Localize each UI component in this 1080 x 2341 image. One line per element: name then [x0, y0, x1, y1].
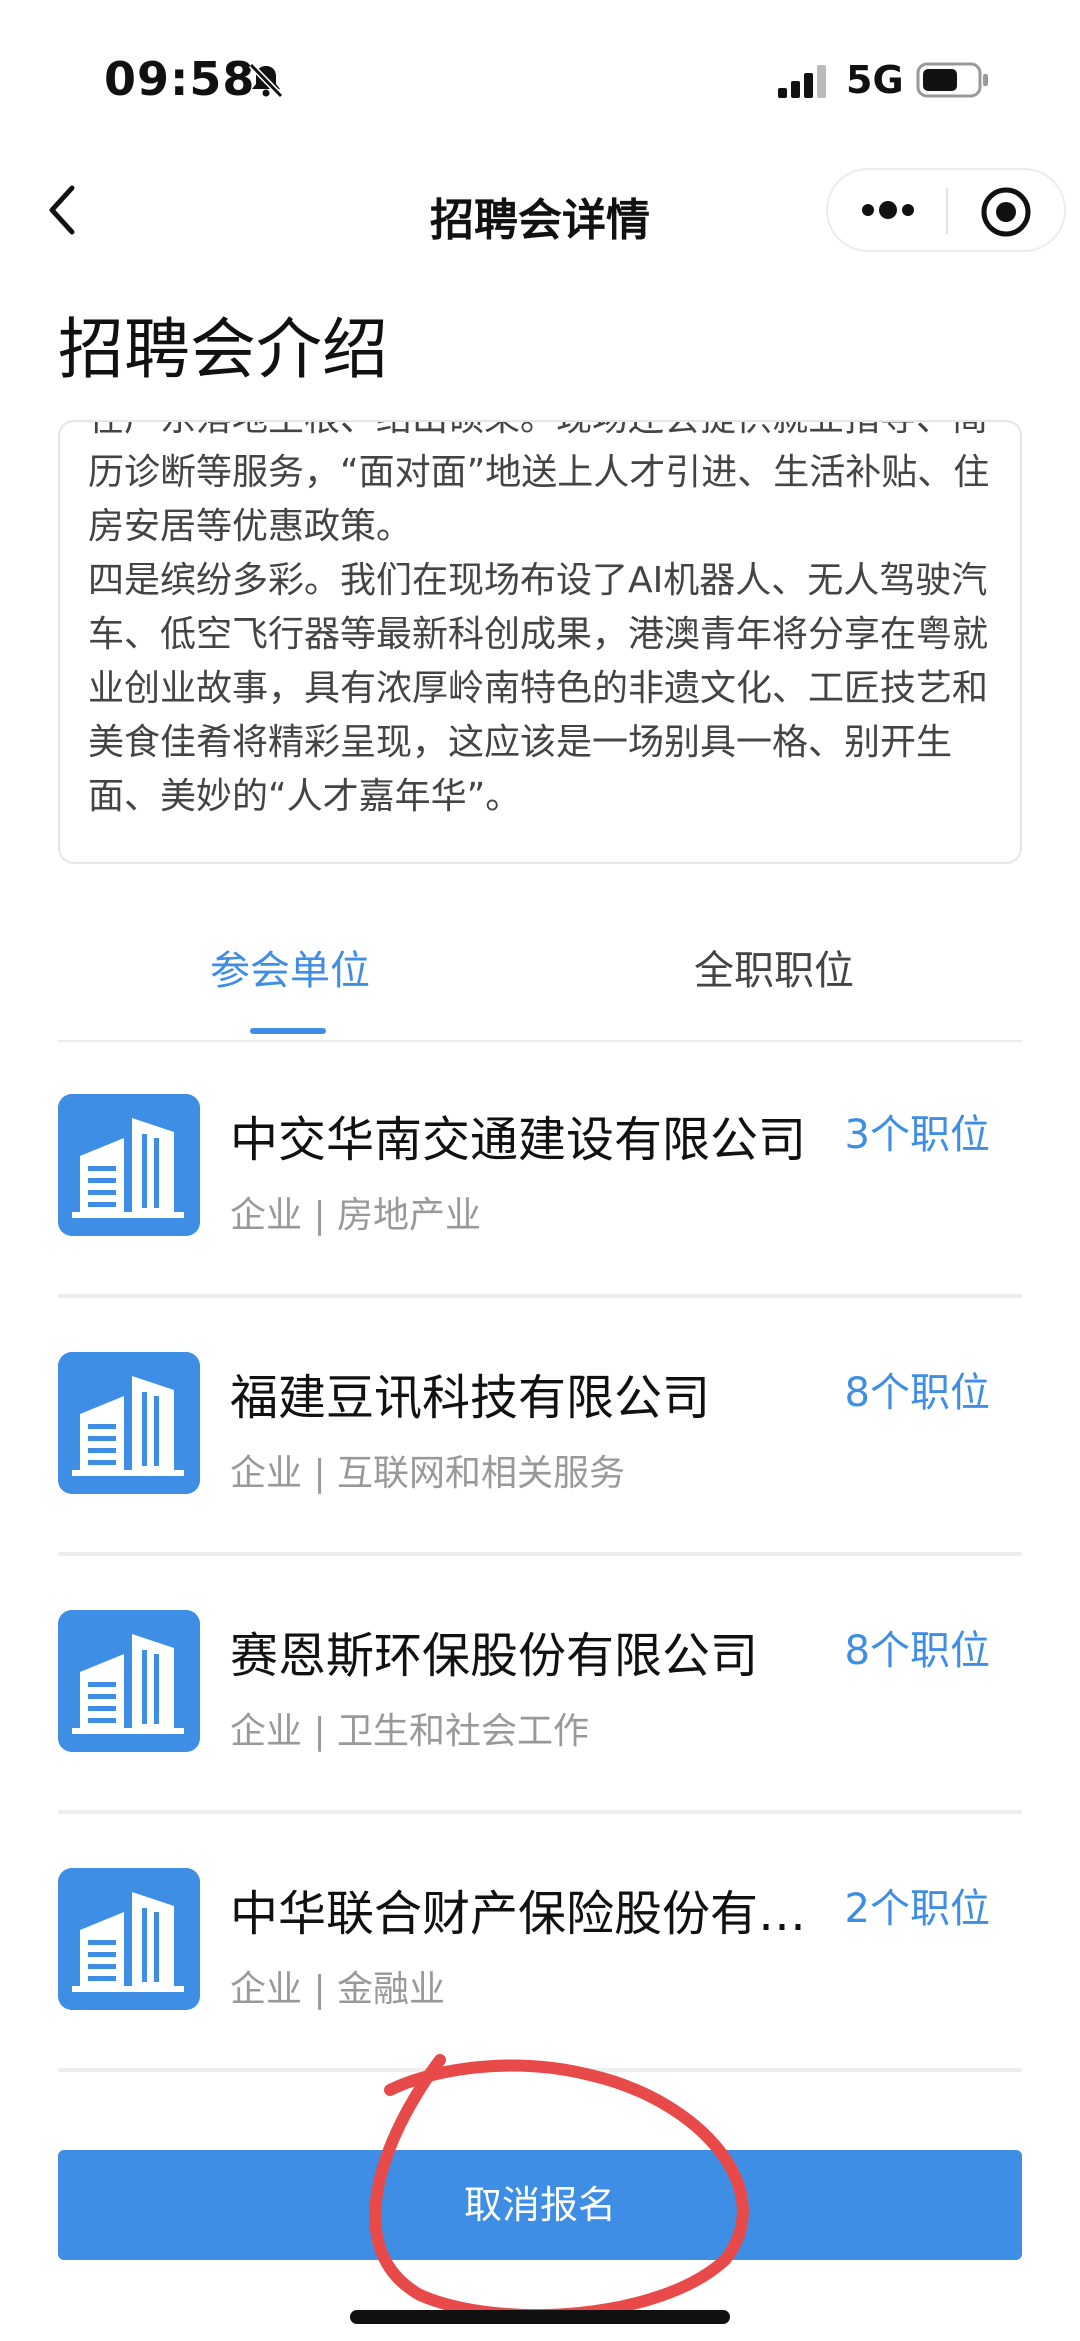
- company-name: 福建豆讯科技有限公司: [230, 1370, 711, 1426]
- intro-text: 在广东落地生根、结出硕果。现场还会提供就业指导、简历诊断等服务，“面对面”地送上…: [88, 422, 990, 817]
- company-meta: 企业 | 互联网和相关服务: [230, 1453, 626, 1494]
- network-label: 5G: [846, 58, 904, 102]
- cancel-registration-button[interactable]: 取消报名: [58, 2150, 1022, 2260]
- company-name: 中交华南交通建设有限公司: [230, 1112, 807, 1168]
- bell-muted-icon: [248, 62, 284, 99]
- position-count[interactable]: 8个职位: [845, 1618, 990, 1676]
- list-item[interactable]: 赛恩斯环保股份有限公司 企业 | 卫生和社会工作 8个职位: [58, 1556, 1022, 1814]
- company-meta: 企业 | 房地产业: [230, 1195, 482, 1236]
- building-icon: [58, 1352, 200, 1494]
- position-count[interactable]: 8个职位: [845, 1360, 990, 1418]
- company-list: 中交华南交通建设有限公司 企业 | 房地产业 3个职位 福建豆讯科技有限公司 企…: [58, 1040, 1022, 2072]
- building-icon: [58, 1094, 200, 1236]
- list-item[interactable]: 福建豆讯科技有限公司 企业 | 互联网和相关服务 8个职位: [58, 1298, 1022, 1556]
- signal-icon: [778, 65, 826, 98]
- position-count[interactable]: 2个职位: [845, 1876, 990, 1934]
- intro-textbox[interactable]: 在广东落地生根、结出硕果。现场还会提供就业指导、简历诊断等服务，“面对面”地送上…: [58, 420, 1022, 864]
- tab-active-indicator: [250, 1028, 326, 1034]
- mini-program-capsule: [826, 168, 1066, 252]
- battery-icon: [916, 62, 988, 98]
- position-count[interactable]: 3个职位: [845, 1102, 990, 1160]
- tab-exhibitors[interactable]: 参会单位: [210, 938, 370, 996]
- company-name: 中华联合财产保险股份有限公司: [230, 1886, 850, 1942]
- company-meta: 企业 | 卫生和社会工作: [230, 1711, 590, 1752]
- company-meta: 企业 | 金融业: [230, 1969, 446, 2010]
- nav-bar: 招聘会详情: [0, 150, 1080, 270]
- section-title: 招聘会介绍: [58, 311, 388, 388]
- list-item[interactable]: 中华联合财产保险股份有限公司 企业 | 金融业 2个职位: [58, 1814, 1022, 2072]
- building-icon: [58, 1610, 200, 1752]
- building-icon: [58, 1868, 200, 2010]
- tab-fulltime-jobs[interactable]: 全职职位: [694, 938, 854, 996]
- more-icon[interactable]: [848, 182, 928, 238]
- company-name: 赛恩斯环保股份有限公司: [230, 1628, 759, 1684]
- capsule-divider: [946, 188, 948, 234]
- home-indicator: [350, 2310, 730, 2324]
- status-bar: 09:58 5G: [0, 0, 1080, 150]
- close-target-icon[interactable]: [978, 184, 1034, 240]
- list-item[interactable]: 中交华南交通建设有限公司 企业 | 房地产业 3个职位: [58, 1040, 1022, 1298]
- status-time: 09:58: [104, 52, 256, 106]
- tab-bar: 参会单位 全职职位: [58, 900, 1022, 1042]
